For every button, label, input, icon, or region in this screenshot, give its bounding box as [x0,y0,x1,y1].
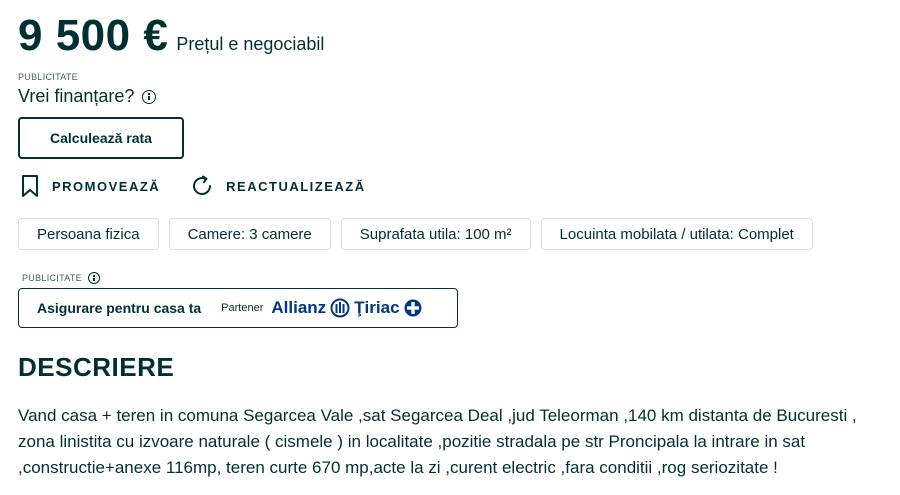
insurance-ad-label: PUBLICITATE [22,272,100,284]
price-row: 9 500 € Prețul e negociabil [18,10,324,62]
promote-button[interactable]: PROMOVEAZĂ [20,174,160,198]
finance-question: Vrei finanțare? [18,86,157,107]
refresh-button[interactable]: REACTUALIZEAZĂ [190,174,365,198]
info-icon[interactable] [87,272,100,284]
insurance-ad-label-text: PUBLICITATE [22,273,82,283]
tiriac-cross-icon [404,299,422,317]
promote-label: PROMOVEAZĂ [52,178,161,194]
tiriac-logo-text: Ţiriac [354,298,400,317]
refresh-label: REACTUALIZEAZĂ [226,178,366,194]
price: 9 500 € [18,11,169,60]
bookmark-icon [22,175,38,197]
description-title: DESCRIERE [18,352,175,382]
insurance-banner[interactable]: Asigurare pentru casa ta Partener Allian… [18,288,458,328]
description-text: Vand casa + teren in comuna Segarcea Val… [18,406,857,477]
calculate-rate-button[interactable]: Calculează rata [18,117,184,159]
allianz-logo-text: Allianz [271,298,327,317]
partner-label: Partener [221,302,264,314]
ad-actions: PROMOVEAZĂ REACTUALIZEAZĂ [20,174,396,198]
advertising-label: PUBLICITATE [18,72,78,82]
insurance-title: Asigurare pentru casa ta [37,300,202,316]
refresh-icon [193,175,212,195]
allianz-tiriac-logo: Allianz Ţiriac [271,298,422,318]
tag-furnished: Locuinta mobilata / utilata: Complet [540,218,813,250]
tag-usable-area: Suprafata utila: 100 m² [340,218,531,250]
parameter-tags: Persoana fizica Camere: 3 camere Suprafa… [18,218,823,250]
allianz-eagle-icon [330,298,350,318]
tag-rooms: Camere: 3 camere [168,218,331,250]
negotiable-note: Prețul e negociabil [176,34,325,54]
tag-seller-type: Persoana fizica [18,218,159,250]
info-icon[interactable] [142,89,157,104]
finance-question-text: Vrei finanțare? [18,86,135,106]
